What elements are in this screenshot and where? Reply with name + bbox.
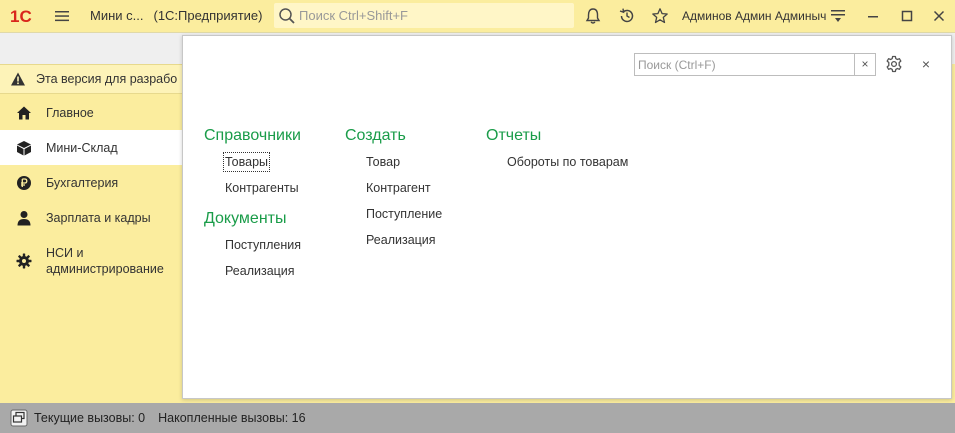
link-create-good[interactable]: Товар xyxy=(366,154,442,170)
box-icon xyxy=(17,140,31,155)
close-panel-button[interactable]: × xyxy=(919,55,933,73)
person-icon xyxy=(17,210,31,225)
functions-column-1: Справочники Товары Контрагенты Документы… xyxy=(204,126,301,289)
group-title-create: Создать xyxy=(345,127,406,144)
global-search-input[interactable] xyxy=(299,8,559,23)
bell-icon[interactable] xyxy=(584,7,602,25)
app-title-text: Мини с... xyxy=(90,8,144,23)
global-search[interactable] xyxy=(274,3,574,28)
gear-icon xyxy=(16,253,32,269)
link-create-receipt[interactable]: Поступление xyxy=(366,206,442,222)
sidebar-item-mini-warehouse[interactable]: Мини-Склад xyxy=(0,130,183,165)
accumulated-calls: Накопленные вызовы: 16 xyxy=(158,411,306,425)
current-calls: Текущие вызовы: 0 xyxy=(34,411,146,425)
sidebar-item-label: Бухгалтерия xyxy=(46,175,119,190)
sidebar-item-label: Главное xyxy=(46,105,94,120)
link-counterparties[interactable]: Контрагенты xyxy=(225,180,301,196)
link-sales[interactable]: Реализация xyxy=(225,263,301,279)
clear-search-button[interactable]: × xyxy=(854,54,875,75)
link-create-counterparty[interactable]: Контрагент xyxy=(366,180,442,196)
link-goods[interactable]: Товары xyxy=(223,152,270,172)
app-subtitle: (1С:Предприятие) xyxy=(153,8,263,23)
functions-column-2: Создать Товар Контрагент Поступление Реа… xyxy=(345,126,442,258)
section-functions-panel: × × Справочники Товары Контрагенты Докум… xyxy=(182,35,952,399)
sidebar-item-label: Мини-Склад xyxy=(46,140,118,155)
panel-search[interactable]: × xyxy=(634,53,876,76)
search-icon xyxy=(279,7,295,24)
filter-menu-icon[interactable] xyxy=(829,7,847,25)
minimize-icon[interactable] xyxy=(864,7,882,25)
sidebar-item-accounting[interactable]: Бухгалтерия xyxy=(0,165,183,200)
warning-icon xyxy=(11,72,25,86)
status-bar: Текущие вызовы: 0 Накопленные вызовы: 16 xyxy=(0,403,955,433)
close-window-icon[interactable] xyxy=(930,7,948,25)
history-icon[interactable] xyxy=(618,7,636,25)
settings-gear-icon[interactable] xyxy=(885,55,903,73)
sidebar-item-label: НСИ и администрирование xyxy=(46,246,164,276)
banner-text: Эта версия для разрабо xyxy=(36,72,178,86)
sidebar-item-admin[interactable]: НСИ и администрирование xyxy=(0,235,183,287)
windows-icon[interactable] xyxy=(10,409,28,427)
group-title-documents: Документы xyxy=(204,210,287,227)
dev-version-banner: Эта версия для разрабо xyxy=(0,64,190,94)
user-name[interactable]: Админов Админ Админыч xyxy=(682,9,826,23)
panel-search-input[interactable] xyxy=(635,54,854,75)
home-icon xyxy=(17,106,31,119)
group-title-catalogs: Справочники xyxy=(204,127,301,144)
sidebar-item-label: Зарплата и кадры xyxy=(46,210,151,225)
group-title-reports: Отчеты xyxy=(486,127,542,144)
sections-sidebar: Главное Мини-Склад Бухгалтерия Зарплата … xyxy=(0,95,183,403)
1c-logo[interactable]: 1С xyxy=(10,7,44,25)
link-create-sale[interactable]: Реализация xyxy=(366,232,442,248)
link-goods-turnover-report[interactable]: Обороты по товарам xyxy=(507,154,628,170)
functions-column-3: Отчеты Обороты по товарам xyxy=(486,126,628,180)
sidebar-item-main[interactable]: Главное xyxy=(0,95,183,130)
link-receipts[interactable]: Поступления xyxy=(225,237,301,253)
star-icon[interactable] xyxy=(651,7,669,25)
maximize-icon[interactable] xyxy=(898,7,916,25)
app-title: Мини с... (1С:Предприятие) xyxy=(90,8,263,23)
ruble-icon xyxy=(17,175,31,190)
svg-text:1С: 1С xyxy=(10,7,32,25)
sidebar-item-salary[interactable]: Зарплата и кадры xyxy=(0,200,183,235)
title-bar: 1С Мини с... (1С:Предприятие) Админов Адм… xyxy=(0,0,955,32)
menu-icon[interactable] xyxy=(54,9,70,23)
